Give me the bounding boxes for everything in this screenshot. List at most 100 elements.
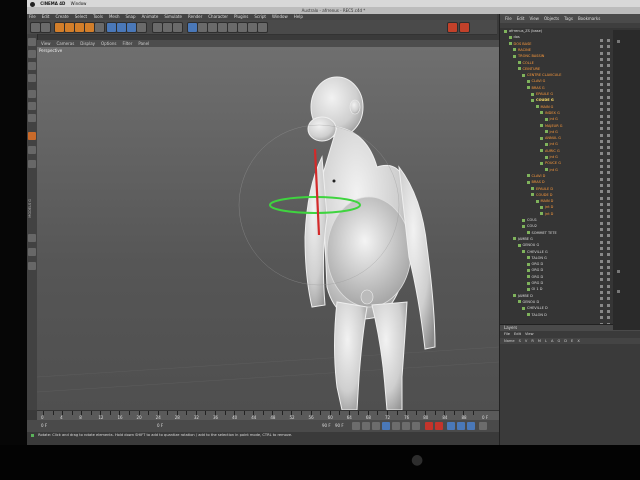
key-param-icon[interactable]: [479, 422, 487, 430]
os-menu-app[interactable]: CINEMA 4D: [40, 1, 65, 6]
object-menu-objects[interactable]: Objects: [544, 16, 559, 21]
object-tree-row[interactable]: jnt G: [544, 141, 558, 147]
perspective-viewport[interactable]: Perspective: [37, 47, 499, 410]
go-to-end-icon[interactable]: [412, 422, 420, 430]
object-menu-file[interactable]: File: [505, 16, 512, 21]
layer-column-r[interactable]: R: [531, 339, 534, 343]
object-tree-row[interactable]: ORG D: [526, 280, 543, 286]
object-tree-row[interactable]: DOS BASE: [508, 41, 532, 47]
object-tree-row[interactable]: ORG D: [526, 267, 543, 273]
sculpt-layout-icon[interactable]: [447, 22, 458, 33]
layer-column-s[interactable]: S: [519, 339, 521, 343]
object-tree-row[interactable]: TALON G: [526, 255, 547, 261]
object-tree-row[interactable]: jnt D: [540, 204, 553, 210]
layer-column-v[interactable]: V: [525, 339, 527, 343]
menu-edit[interactable]: Edit: [42, 14, 50, 19]
object-tree-row[interactable]: jnt D: [540, 211, 553, 217]
play-icon[interactable]: [382, 422, 390, 430]
layer-column-g[interactable]: G: [557, 339, 560, 343]
make-editable-icon[interactable]: [28, 38, 36, 46]
object-tree-row[interactable]: dos: [508, 34, 520, 40]
tweak-mode-icon[interactable]: [28, 146, 36, 154]
edges-mode-icon[interactable]: [28, 102, 36, 110]
object-tree-row[interactable]: ORG D: [526, 261, 543, 267]
menu-animate[interactable]: Animate: [142, 14, 159, 19]
viewport-menu-display[interactable]: Display: [80, 41, 95, 46]
object-tree-row[interactable]: jnt G: [544, 116, 558, 122]
key-rotation-icon[interactable]: [467, 422, 475, 430]
object-tree-row[interactable]: COU2: [522, 223, 537, 229]
object-tree-row[interactable]: OI 1 D: [526, 286, 542, 292]
end-frame-field-2[interactable]: 90 F: [335, 423, 344, 428]
coordinate-system-icon[interactable]: [136, 22, 147, 33]
object-tree-row[interactable]: AURIC G: [540, 148, 560, 154]
object-tree-row[interactable]: ORG D: [526, 274, 543, 280]
object-tree-row[interactable]: MAJEUR G: [540, 123, 562, 129]
recent-tools-icon[interactable]: [94, 22, 105, 33]
object-tree-row[interactable]: CEINTURE: [517, 66, 540, 72]
key-scale-icon[interactable]: [457, 422, 465, 430]
viewport-menu-panel[interactable]: Panel: [138, 41, 149, 46]
object-menu-tags[interactable]: Tags: [564, 16, 573, 21]
record-icon[interactable]: [425, 422, 433, 430]
object-tree-row[interactable]: COUDE D: [531, 192, 552, 198]
current-frame-field[interactable]: 0 F: [41, 423, 47, 428]
layer-menu-edit[interactable]: Edit: [514, 332, 521, 336]
object-tree-row[interactable]: CHEVILLE D: [522, 305, 548, 311]
lock-icon[interactable]: [28, 248, 36, 256]
object-tree-row[interactable]: JAMBE D: [513, 293, 533, 299]
object-tree-row[interactable]: jnt G: [544, 129, 558, 135]
light-icon[interactable]: [257, 22, 268, 33]
menu-select[interactable]: Select: [75, 14, 87, 19]
object-tree-row[interactable]: CENTRE CLAVICULE: [522, 72, 561, 78]
object-tree-row[interactable]: jnt G: [544, 154, 558, 160]
prev-frame-icon[interactable]: [372, 422, 380, 430]
object-tree-row[interactable]: GENOU D: [517, 299, 539, 305]
key-position-icon[interactable]: [447, 422, 455, 430]
object-tree-row[interactable]: EPAULE D: [531, 186, 553, 192]
object-tree-row[interactable]: afrrenus_ZS (base): [504, 28, 542, 34]
layer-column-name[interactable]: Name: [504, 339, 515, 343]
layer-column-x[interactable]: X: [577, 339, 579, 343]
redo-icon[interactable]: [40, 22, 51, 33]
snap-icon[interactable]: [28, 160, 36, 168]
object-tree-row[interactable]: MAIN D: [535, 198, 553, 204]
menu-file[interactable]: File: [29, 14, 36, 19]
viewport-menu-filter[interactable]: Filter: [122, 41, 132, 46]
menu-character[interactable]: Character: [208, 14, 228, 19]
layer-column-m[interactable]: M: [538, 339, 541, 343]
object-tree-row[interactable]: JAMBE G: [513, 236, 533, 242]
texture-mode-icon[interactable]: [28, 62, 36, 70]
layer-column-l[interactable]: L: [545, 339, 547, 343]
viewport-menu-view[interactable]: View: [41, 41, 51, 46]
layer-column-d[interactable]: D: [564, 339, 567, 343]
axis-mode-icon[interactable]: [28, 132, 36, 140]
object-tree-row[interactable]: jnt G: [544, 167, 558, 173]
layer-menu-file[interactable]: File: [504, 332, 510, 336]
render-settings-icon[interactable]: [172, 22, 183, 33]
menu-tools[interactable]: Tools: [93, 14, 103, 19]
points-mode-icon[interactable]: [28, 90, 36, 98]
menu-snap[interactable]: Snap: [125, 14, 135, 19]
menu-plugins[interactable]: Plugins: [234, 14, 248, 19]
next-frame-icon[interactable]: [392, 422, 400, 430]
object-tree-row[interactable]: GENOU G: [517, 242, 539, 248]
prev-key-icon[interactable]: [362, 422, 370, 430]
object-menu-bookmarks[interactable]: Bookmarks: [578, 16, 600, 21]
object-menu-edit[interactable]: Edit: [517, 16, 525, 21]
menu-render[interactable]: Render: [188, 14, 202, 19]
model-mode-icon[interactable]: [28, 50, 36, 58]
object-tree-row[interactable]: BRAS D: [526, 179, 545, 185]
polygons-mode-icon[interactable]: [28, 114, 36, 122]
object-tree-row[interactable]: MAIN G: [535, 104, 553, 110]
next-key-icon[interactable]: [402, 422, 410, 430]
object-tree-row[interactable]: TRONC BASSIN: [513, 53, 544, 59]
menu-mesh[interactable]: Mesh: [109, 14, 120, 19]
object-tree-row[interactable]: ANNUL G: [540, 135, 561, 141]
menu-script[interactable]: Script: [254, 14, 266, 19]
object-tree-row[interactable]: SOMMET TETE: [526, 230, 557, 236]
os-menu-item-window[interactable]: Window: [71, 1, 87, 6]
start-frame-field[interactable]: 0 F: [157, 423, 163, 428]
apple-menu-icon[interactable]: [30, 1, 35, 7]
object-tree-row[interactable]: POUCE G: [540, 160, 561, 166]
